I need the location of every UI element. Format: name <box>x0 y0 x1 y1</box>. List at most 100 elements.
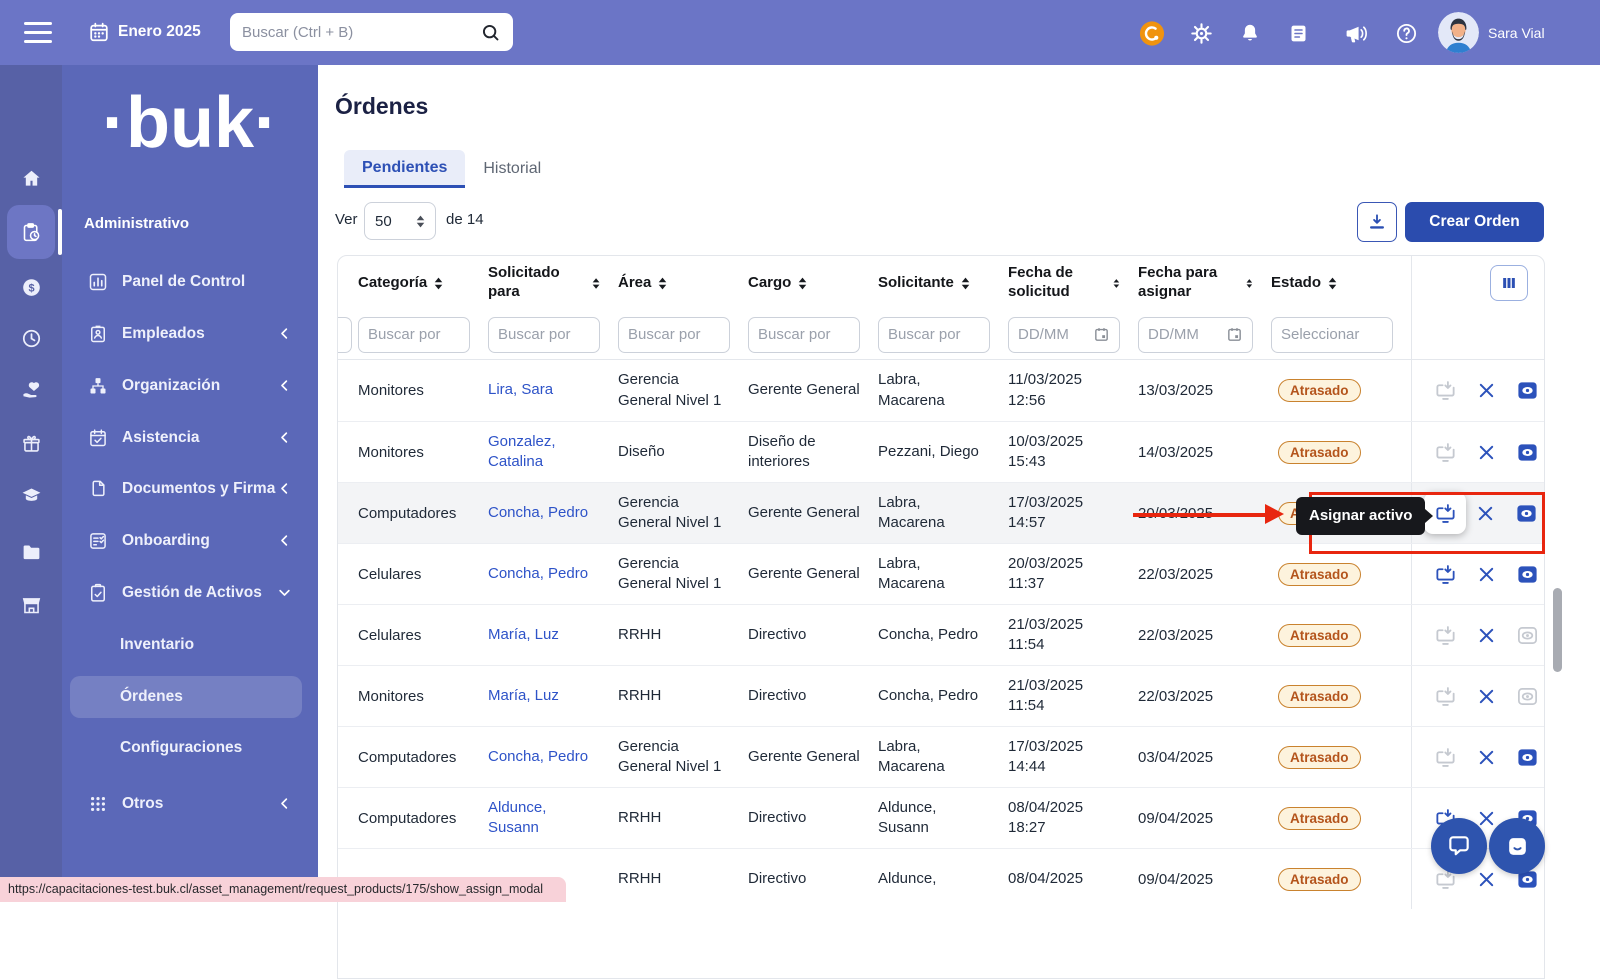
help-icon[interactable] <box>1393 20 1419 46</box>
assign-asset-icon[interactable] <box>1434 685 1457 708</box>
notifications-bell-icon[interactable] <box>1237 20 1263 46</box>
user-avatar[interactable] <box>1438 12 1479 53</box>
solicitado-para-link[interactable]: María, Luz <box>488 686 559 706</box>
solicitado-para-link[interactable]: Gonzalez, Catalina <box>488 432 600 473</box>
rail-tasks-clipboard-icon[interactable] <box>0 210 62 254</box>
solicitado-para-link[interactable]: Concha, Pedro <box>488 564 588 584</box>
calendar-icon[interactable] <box>88 21 110 48</box>
rail-home-icon[interactable] <box>0 156 62 200</box>
solicitado-para-link[interactable]: Lira, Sara <box>488 380 553 400</box>
sort-icon[interactable] <box>1328 277 1337 290</box>
create-order-button[interactable]: Crear Orden <box>1405 202 1544 242</box>
filter-input-solicitado-para[interactable] <box>488 317 600 353</box>
rail-time-clock-icon[interactable] <box>0 316 62 360</box>
vertical-scrollbar[interactable] <box>1553 588 1562 672</box>
rail-benefits-hand-heart-icon[interactable] <box>0 368 62 412</box>
filter-input-cargo[interactable] <box>748 317 860 353</box>
rail-marketplace-store-icon[interactable] <box>0 583 62 627</box>
sidebar-item-onboarding[interactable]: Onboarding <box>74 521 306 561</box>
sidebar-item-configuraciones[interactable]: Configuraciones <box>70 728 302 768</box>
sidebar-item-organizacion[interactable]: Organización <box>74 366 306 406</box>
sort-icon[interactable] <box>592 277 600 290</box>
sidebar-item-ordenes[interactable]: Órdenes <box>70 676 302 718</box>
sort-icon[interactable] <box>961 277 970 290</box>
table-row[interactable]: MonitoresGonzalez, CatalinaDiseñoDiseño … <box>338 421 1544 482</box>
sort-icon[interactable] <box>798 277 807 290</box>
download-button[interactable] <box>1357 202 1397 242</box>
solicitado-para-link[interactable]: Concha, Pedro <box>488 503 588 523</box>
sort-icon[interactable] <box>1113 277 1120 290</box>
solicitado-para-link[interactable]: María, Luz <box>488 625 559 645</box>
per-page-select[interactable]: 50 <box>364 202 436 240</box>
column-header-0[interactable]: Categoría <box>358 256 488 310</box>
assign-asset-icon[interactable] <box>1434 379 1457 402</box>
tab-pendientes[interactable]: Pendientes <box>344 150 465 188</box>
column-header-5[interactable]: Fecha de solicitud <box>1008 256 1138 310</box>
sidebar-item-otros[interactable]: Otros <box>74 784 306 824</box>
filter-date-fecha-asignar[interactable]: DD/MM <box>1138 317 1253 353</box>
period-label[interactable]: Enero 2025 <box>118 23 201 41</box>
column-header-3[interactable]: Cargo <box>748 256 878 310</box>
global-search[interactable] <box>230 13 513 51</box>
reject-x-icon[interactable] <box>1475 379 1498 402</box>
assign-asset-icon[interactable] <box>1434 563 1457 586</box>
hamburger-menu-icon[interactable] <box>24 22 52 43</box>
view-detail-icon[interactable] <box>1516 746 1539 769</box>
sidebar-item-inventario[interactable]: Inventario <box>70 625 302 665</box>
table-row[interactable]: MonitoresMaría, LuzRRHHDirectivoConcha, … <box>338 665 1544 726</box>
assign-asset-icon[interactable] <box>1434 441 1457 464</box>
search-input[interactable] <box>242 24 480 41</box>
solicitado-para-link[interactable]: Aldunce, Susann <box>488 798 600 839</box>
view-detail-icon[interactable] <box>1516 685 1539 708</box>
messenger-fab[interactable] <box>1489 818 1545 874</box>
filter-input-area[interactable] <box>618 317 730 353</box>
reject-x-icon[interactable] <box>1475 685 1498 708</box>
filter-select-estado[interactable]: Seleccionar <box>1271 317 1393 353</box>
sidebar-item-gestion-de-activos[interactable]: Gestión de Activos <box>74 573 306 613</box>
column-settings-button[interactable] <box>1490 265 1528 301</box>
column-header-1[interactable]: Solicitado para <box>488 256 618 310</box>
sort-icon[interactable] <box>434 277 443 290</box>
column-header-7[interactable]: Estado <box>1271 256 1411 310</box>
column-header-2[interactable]: Área <box>618 256 748 310</box>
search-icon[interactable] <box>480 22 501 43</box>
filter-input-categoria[interactable] <box>358 317 470 353</box>
view-detail-icon[interactable] <box>1516 563 1539 586</box>
column-header-4[interactable]: Solicitante <box>878 256 1008 310</box>
sidebar-item-asistencia[interactable]: Asistencia <box>74 418 306 458</box>
clipped-filter-input[interactable] <box>338 317 352 353</box>
rail-payroll-dollar-icon[interactable]: $ <box>0 265 62 309</box>
rail-documents-folder-icon[interactable] <box>0 530 62 574</box>
assign-asset-icon[interactable] <box>1434 624 1457 647</box>
column-header-6[interactable]: Fecha para asignar <box>1138 256 1271 310</box>
view-detail-icon[interactable] <box>1516 379 1539 402</box>
reject-x-icon[interactable] <box>1475 441 1498 464</box>
sidebar-item-empleados[interactable]: Empleados <box>74 314 306 354</box>
settings-gear-icon[interactable] <box>1188 20 1214 46</box>
rewards-orange-icon[interactable] <box>1139 20 1165 46</box>
filter-input-solicitante[interactable] <box>878 317 990 353</box>
view-detail-icon[interactable] <box>1516 441 1539 464</box>
table-row[interactable]: ComputadoresConcha, PedroGerencia Genera… <box>338 726 1544 787</box>
rail-training-graduation-icon[interactable] <box>0 473 62 517</box>
chat-bubble-fab[interactable] <box>1431 818 1487 874</box>
announcements-megaphone-icon[interactable] <box>1343 20 1369 46</box>
user-name[interactable]: Sara Vial <box>1488 25 1545 41</box>
table-row[interactable]: ComputadoresAldunce, SusannRRHHDirectivo… <box>338 787 1544 848</box>
notes-document-icon[interactable] <box>1285 20 1311 46</box>
rail-gifts-box-icon[interactable] <box>0 421 62 465</box>
tab-historial[interactable]: Historial <box>465 150 559 188</box>
sort-icon[interactable] <box>658 277 667 290</box>
filter-date-fecha-solicitud[interactable]: DD/MM <box>1008 317 1120 353</box>
table-row[interactable]: CelularesMaría, LuzRRHHDirectivoConcha, … <box>338 604 1544 665</box>
reject-x-icon[interactable] <box>1475 746 1498 769</box>
sidebar-item-panel-de-control[interactable]: Panel de Control <box>74 262 306 302</box>
solicitado-para-link[interactable]: Concha, Pedro <box>488 747 588 767</box>
sidebar-item-documentos-y-firma[interactable]: Documentos y Firma <box>74 469 306 509</box>
reject-x-icon[interactable] <box>1475 563 1498 586</box>
assign-asset-icon[interactable] <box>1434 746 1457 769</box>
reject-x-icon[interactable] <box>1475 868 1498 891</box>
table-row[interactable]: MonitoresLira, SaraGerencia General Nive… <box>338 360 1544 421</box>
view-detail-icon[interactable] <box>1516 624 1539 647</box>
reject-x-icon[interactable] <box>1475 624 1498 647</box>
